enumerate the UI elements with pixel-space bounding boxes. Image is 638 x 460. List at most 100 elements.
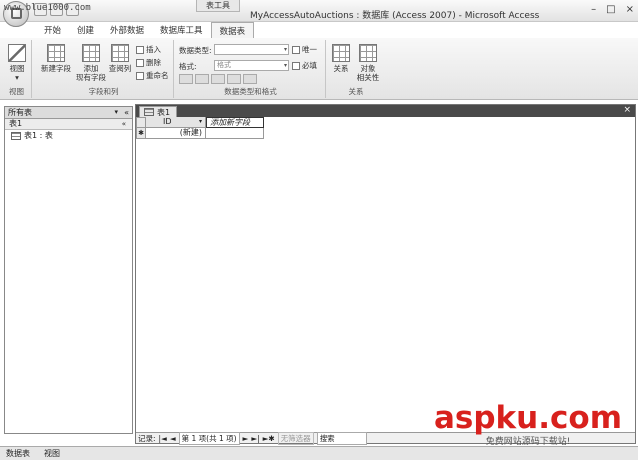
new-record-button[interactable]: ►✱ bbox=[263, 434, 275, 443]
tab-create[interactable]: 创建 bbox=[69, 22, 102, 38]
chevron-down-icon[interactable]: ▾ bbox=[114, 107, 118, 118]
filter-indicator[interactable]: 无筛选器 bbox=[277, 431, 314, 445]
delete-label: 删除 bbox=[146, 58, 161, 67]
rename-column-icon bbox=[136, 71, 144, 80]
lookup-column-button[interactable]: 查阅列 bbox=[106, 44, 134, 73]
lookup-column-icon bbox=[111, 44, 129, 62]
group-datatype-formatting: 数据类型: ▾ 格式: 格式 ▾ 唯一 必填 数据类型和格式 bbox=[176, 40, 326, 98]
table-row: ✱ (新建) bbox=[136, 128, 264, 139]
decrease-decimals-button[interactable] bbox=[243, 74, 257, 84]
document-window: 表1 × ID ▾ 添加新字段 ✱ (新建) 记录: |◄ ◄ 第 1 项(共 … bbox=[135, 104, 636, 445]
new-field-label: 新建字段 bbox=[41, 64, 71, 73]
group-label-fields-columns: 字段和列 bbox=[88, 87, 119, 96]
add-existing-label-2: 现有字段 bbox=[76, 73, 106, 82]
next-record-button[interactable]: ► bbox=[243, 434, 249, 443]
required-checkbox[interactable]: 必填 bbox=[292, 60, 317, 71]
currency-format-button[interactable] bbox=[179, 74, 193, 84]
object-dependencies-label-2: 相关性 bbox=[356, 73, 380, 82]
record-position-input[interactable]: 第 1 项(共 1 项) bbox=[178, 431, 240, 445]
table-icon bbox=[11, 132, 21, 140]
collapse-nav-button[interactable]: « bbox=[124, 107, 129, 118]
record-label: 记录: bbox=[138, 433, 156, 443]
previous-record-button[interactable]: ◄ bbox=[170, 434, 176, 443]
tab-external-data[interactable]: 外部数据 bbox=[102, 22, 152, 38]
table-tools-context-label: 表工具 bbox=[196, 0, 240, 12]
group-views: 视图 ▾ 视图 bbox=[2, 40, 32, 98]
select-all-corner[interactable] bbox=[136, 117, 146, 128]
increase-decimals-button[interactable] bbox=[227, 74, 241, 84]
rename-column-button[interactable]: 重命名 bbox=[136, 70, 169, 81]
status-bar: 数据表 视图 bbox=[0, 446, 638, 460]
title-bar: 表工具 MyAccessAutoAuctions : 数据库 (Access 2… bbox=[0, 0, 638, 22]
new-field-icon bbox=[47, 44, 65, 62]
view-label: 视图 bbox=[9, 64, 25, 73]
view-button[interactable]: 视图 ▾ bbox=[5, 44, 29, 82]
close-button[interactable]: × bbox=[626, 4, 634, 15]
nav-header-label: 所有表 bbox=[8, 108, 32, 117]
lookup-column-label: 查阅列 bbox=[108, 64, 132, 73]
navigation-pane: 所有表 ▾ « 表1 « 表1 : 表 bbox=[4, 106, 133, 434]
document-tab-bar: 表1 × bbox=[136, 105, 635, 117]
datasheet-header-row: ID ▾ 添加新字段 bbox=[136, 117, 264, 128]
insert-column-button[interactable]: 插入 bbox=[136, 44, 161, 55]
cell-add-new-field[interactable] bbox=[206, 128, 264, 139]
column-header-id[interactable]: ID ▾ bbox=[146, 117, 206, 128]
status-view-label: 视图 bbox=[44, 449, 60, 458]
percent-format-button[interactable] bbox=[195, 74, 209, 84]
insert-label: 插入 bbox=[146, 45, 161, 54]
group-label-views: 视图 bbox=[9, 87, 24, 96]
table-icon bbox=[144, 108, 154, 116]
datatype-combo[interactable]: ▾ bbox=[214, 44, 289, 55]
new-record-selector[interactable]: ✱ bbox=[136, 128, 146, 139]
datatype-label: 数据类型: bbox=[179, 46, 212, 55]
tab-datasheet[interactable]: 数据表 bbox=[210, 22, 255, 38]
nav-header[interactable]: 所有表 ▾ « bbox=[5, 107, 132, 119]
relationships-button[interactable]: 关系 bbox=[330, 44, 352, 73]
group-relationships: 关系 对象 相关性 关系 bbox=[328, 40, 384, 98]
view-dropdown-icon: ▾ bbox=[15, 73, 19, 82]
search-input[interactable]: 搜索 bbox=[316, 431, 367, 445]
group-label-datatype-formatting: 数据类型和格式 bbox=[224, 87, 277, 96]
object-dependencies-button[interactable]: 对象 相关性 bbox=[355, 44, 381, 82]
chevron-down-icon[interactable]: ▾ bbox=[199, 117, 202, 127]
status-text: 数据表 bbox=[6, 449, 30, 458]
watermark-logo: aspku.com 免费网站源码下载站! bbox=[434, 402, 622, 447]
first-record-button[interactable]: |◄ bbox=[159, 434, 167, 443]
new-field-button[interactable]: 新建字段 bbox=[38, 44, 74, 73]
delete-column-button[interactable]: 删除 bbox=[136, 57, 161, 68]
column-header-add-new-field[interactable]: 添加新字段 bbox=[206, 117, 264, 128]
add-existing-fields-button[interactable]: 添加 现有字段 bbox=[76, 44, 106, 82]
rename-label: 重命名 bbox=[146, 71, 169, 80]
document-tab-table1[interactable]: 表1 bbox=[139, 106, 178, 117]
nav-item-label: 表1 : 表 bbox=[24, 131, 53, 140]
group-label-relationships: 关系 bbox=[348, 87, 364, 96]
cell-id-new[interactable]: (新建) bbox=[146, 128, 206, 139]
format-combo-value: 格式 bbox=[217, 61, 231, 69]
checkbox-box bbox=[292, 45, 300, 54]
add-existing-fields-icon bbox=[82, 44, 100, 62]
view-icon bbox=[8, 44, 26, 62]
format-label: 格式: bbox=[179, 62, 197, 71]
chevron-down-icon: ▾ bbox=[283, 46, 287, 53]
format-combo[interactable]: 格式 ▾ bbox=[214, 60, 289, 71]
last-record-button[interactable]: ►| bbox=[251, 434, 259, 443]
object-dependencies-icon bbox=[359, 44, 377, 62]
nav-item-table1[interactable]: 表1 : 表 bbox=[5, 130, 132, 142]
minimize-button[interactable]: – bbox=[591, 4, 596, 15]
window-title: MyAccessAutoAuctions : 数据库 (Access 2007)… bbox=[250, 11, 540, 21]
comma-format-button[interactable] bbox=[211, 74, 225, 84]
close-document-button[interactable]: × bbox=[623, 105, 631, 115]
add-existing-label-1: 添加 bbox=[83, 64, 99, 73]
delete-column-icon bbox=[136, 58, 144, 67]
nav-group-chevron[interactable]: « bbox=[122, 119, 126, 129]
unique-checkbox[interactable]: 唯一 bbox=[292, 44, 317, 55]
checkbox-box bbox=[292, 61, 300, 70]
group-fields-columns: 新建字段 添加 现有字段 查阅列 插入 删除 重命名 字段和列 bbox=[34, 40, 174, 98]
ribbon: 视图 ▾ 视图 新建字段 添加 现有字段 查阅列 插入 删除 重命名 字段和列 … bbox=[0, 38, 638, 100]
required-label: 必填 bbox=[302, 61, 317, 70]
object-dependencies-label-1: 对象 bbox=[360, 64, 376, 73]
maximize-button[interactable]: □ bbox=[606, 4, 615, 15]
nav-group-table1[interactable]: 表1 « bbox=[5, 119, 132, 130]
tab-database-tools[interactable]: 数据库工具 bbox=[152, 22, 211, 38]
tab-home[interactable]: 开始 bbox=[36, 22, 69, 38]
